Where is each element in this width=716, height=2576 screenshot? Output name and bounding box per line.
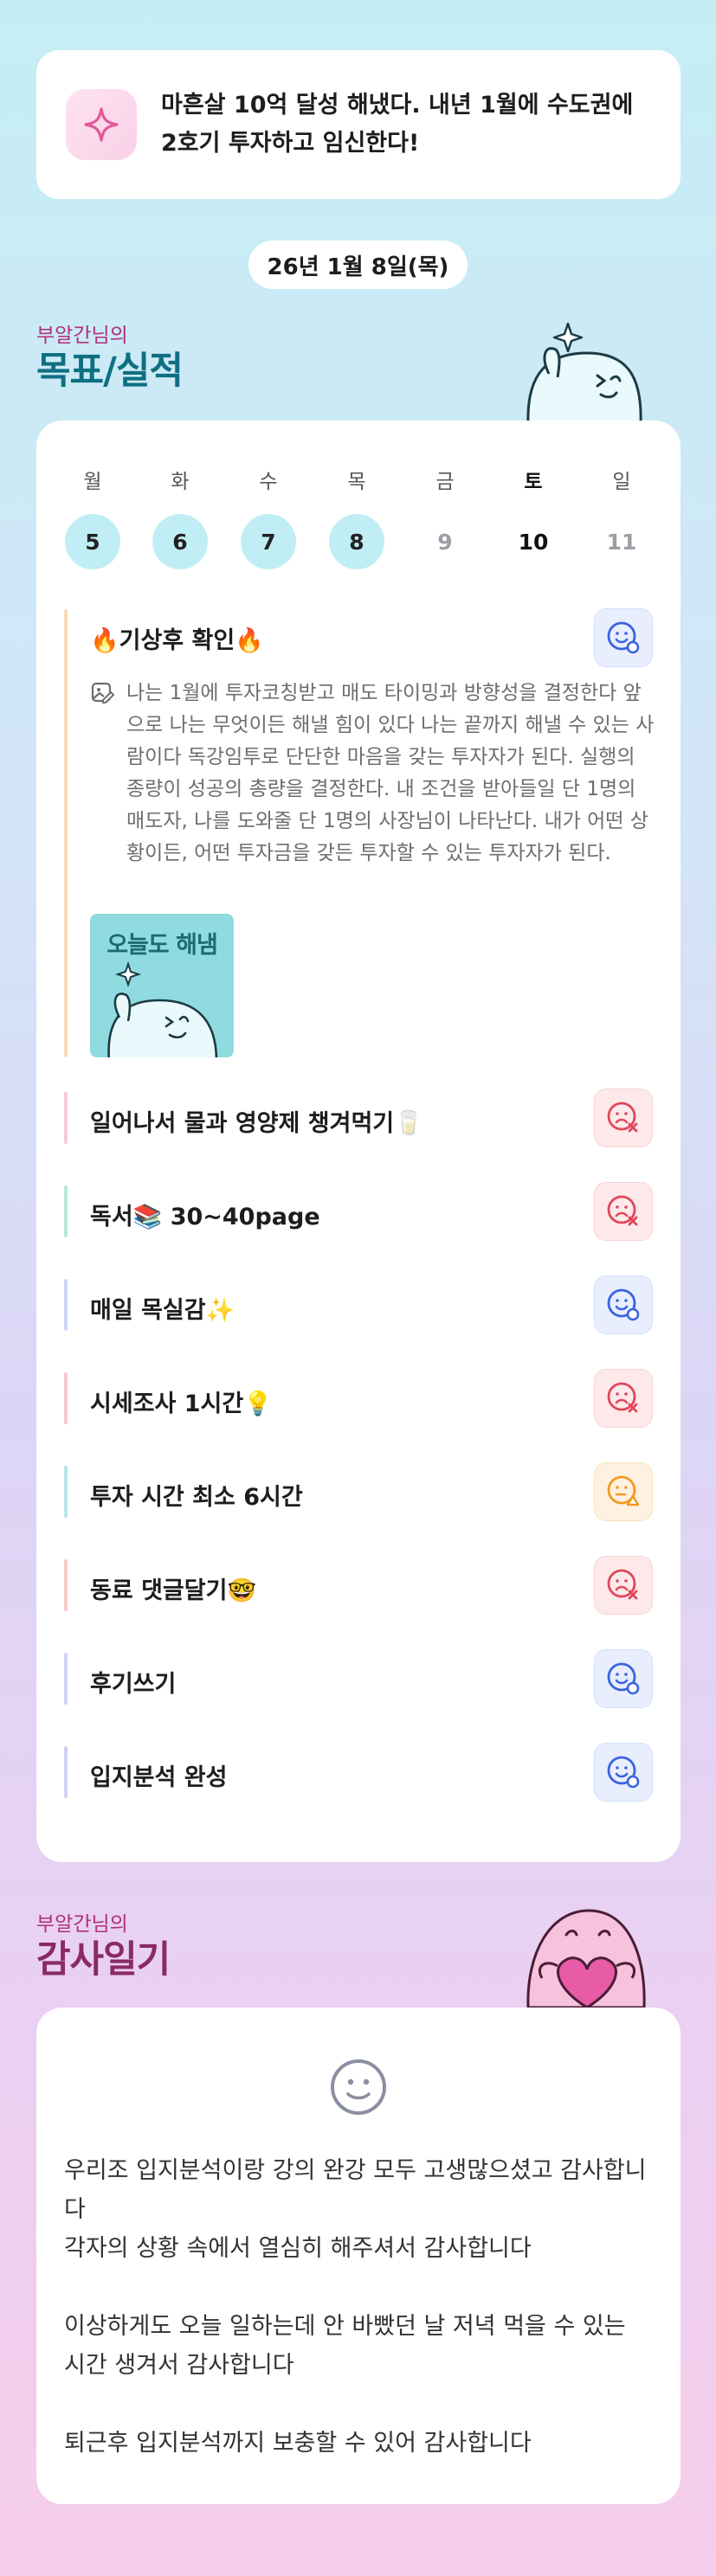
day-button[interactable]: 6 [152,514,208,569]
gratitude-entry: 각자의 상황 속에서 열심히 해주셔서 감사합니다 [64,2235,532,2262]
goal-title[interactable]: 🔥기상후 확인🔥 [90,621,264,655]
gratitude-entry: 우리조 입지분석이랑 강의 완강 모두 고생많으셨고 감사합니다 [64,2157,647,2223]
goal-banner: 마흔살 10억 달성 해냈다. 내년 1월에 수도권에 2호기 투자하고 임신한… [36,50,681,199]
goal-title[interactable]: 입지분석 완성 [90,1758,227,1792]
smile-check-icon[interactable] [594,608,653,667]
goal-accent-bar [64,1372,68,1424]
mascot-heart-illustration [516,1900,655,2009]
goal-title[interactable]: 투자 시간 최소 6시간 [90,1478,303,1512]
sad-x-icon[interactable] [594,1182,653,1241]
goal-accent-bar [64,1185,68,1237]
memo-image-icon [90,680,116,710]
smiley-icon [329,2058,388,2120]
gratitude-entries: 우리조 입지분석이랑 강의 완강 모두 고생많으셨고 감사합니다 각자의 상황 … [64,2151,653,2463]
weekday-label: 금 [435,471,455,493]
stamp-sticker: 오늘도 해냄 [90,914,234,1057]
weekday-label: 일 [612,471,631,493]
day-button[interactable]: 10 [506,514,561,569]
meh-triangle-icon[interactable] [594,1462,653,1521]
goal-accent-bar [64,1092,68,1144]
smile-check-icon[interactable] [594,1275,653,1334]
sad-x-icon[interactable] [594,1556,653,1615]
day-button[interactable]: 9 [417,514,473,569]
gratitude-entry [64,2385,653,2424]
weekday-label: 화 [171,471,190,493]
goal-accent-bar [64,1653,68,1705]
goal-accent-bar [64,1466,68,1518]
goal-accent-bar [64,1559,68,1611]
weekday-label: 토 [524,471,543,493]
goal-memo: 나는 1월에 투자코칭받고 매도 타이밍과 방향성을 결정한다 앞으로 나는 무… [126,682,655,864]
gratitude-section-title: 감사일기 [36,1938,171,1982]
day-button[interactable]: 5 [65,514,120,569]
goal-title[interactable]: 후기쓰기 [90,1665,176,1699]
gratitude-entry: 퇴근후 입지분석까지 보충할 수 있어 감사합니다 [64,2430,532,2457]
goal-accent-bar [64,1279,68,1331]
goal-accent-bar [64,609,68,1057]
goal-title[interactable]: 매일 목실감✨ [90,1291,235,1325]
mascot-illustration [514,312,653,426]
goal-accent-bar [64,1746,68,1798]
date-label[interactable]: 26년 1월 8일(목) [248,241,468,289]
day-button[interactable]: 8 [329,514,384,569]
sparkle-icon [66,89,137,160]
sad-x-icon[interactable] [594,1369,653,1428]
sad-x-icon[interactable] [594,1089,653,1147]
smile-check-icon[interactable] [594,1743,653,1802]
weekday-label: 월 [83,471,102,493]
day-button[interactable]: 7 [241,514,296,569]
weekday-label: 수 [259,471,278,493]
goal-title[interactable]: 시세조사 1시간💡 [90,1384,273,1418]
goal-title[interactable]: 동료 댓글달기🤓 [90,1571,256,1605]
goal-title[interactable]: 일어나서 물과 영양제 챙겨먹기🥛 [90,1104,423,1138]
banner-text: 마흔살 10억 달성 해냈다. 내년 1월에 수도권에 2호기 투자하고 임신한… [161,92,634,157]
goals-section-title: 목표/실적 [36,350,184,393]
smile-check-icon[interactable] [594,1649,653,1708]
day-button[interactable]: 11 [594,514,649,569]
gratitude-entry: 이상하게도 오늘 일하는데 안 바빴던 날 저녁 먹을 수 있는 시간 생겨서 … [64,2313,626,2379]
gratitude-entry [64,2268,653,2307]
goal-title[interactable]: 독서📚 30~40page [90,1198,320,1231]
weekday-label: 목 [347,471,366,493]
